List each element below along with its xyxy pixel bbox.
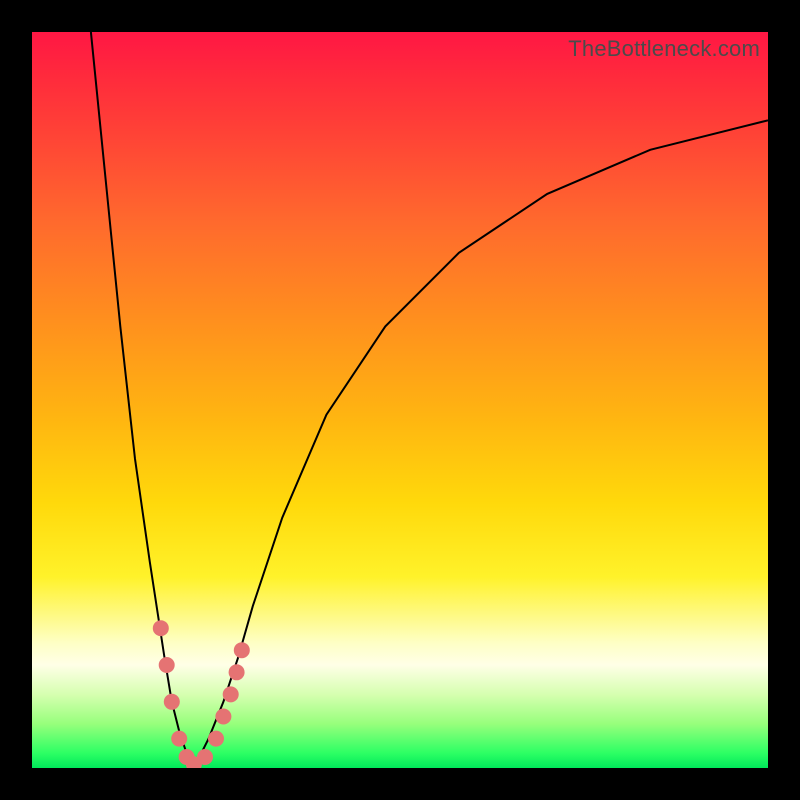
data-marker (229, 664, 245, 680)
curve-left-branch (91, 32, 194, 768)
data-marker (164, 694, 180, 710)
data-marker (223, 686, 239, 702)
data-marker (215, 709, 231, 725)
data-marker (208, 731, 224, 747)
data-marker (234, 642, 250, 658)
outer-frame: TheBottleneck.com (0, 0, 800, 800)
curve-right-branch (194, 120, 768, 768)
plot-area: TheBottleneck.com (32, 32, 768, 768)
data-marker (197, 749, 213, 765)
data-marker (159, 657, 175, 673)
marker-group (153, 620, 250, 768)
chart-svg (32, 32, 768, 768)
data-marker (153, 620, 169, 636)
data-marker (171, 731, 187, 747)
